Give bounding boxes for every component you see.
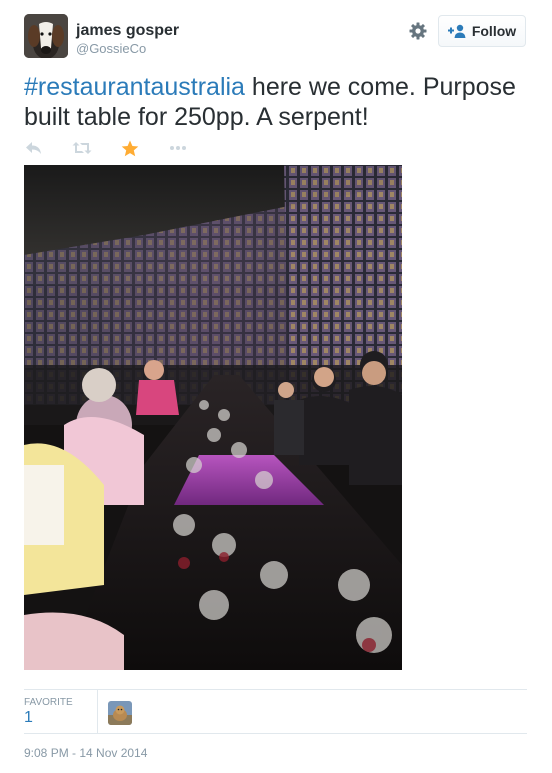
favoriter-avatar[interactable] (108, 701, 132, 725)
hashtag-link[interactable]: #restaurantaustralia (24, 73, 245, 101)
divider-bottom (24, 733, 527, 734)
user-name[interactable]: james gosper (76, 22, 179, 40)
dog-avatar-image (24, 14, 68, 58)
tweet-photo[interactable] (24, 165, 402, 670)
favoriter-avatar-image (108, 701, 132, 725)
retweet-icon[interactable] (72, 139, 92, 157)
follow-label: Follow (471, 23, 517, 39)
favorite-icon[interactable] (120, 139, 140, 157)
divider-top (24, 689, 527, 690)
favorites-count[interactable]: 1 (24, 709, 33, 727)
favorites-label: FAVORITE (24, 697, 73, 708)
gear-icon[interactable] (408, 21, 428, 41)
add-user-icon (447, 24, 466, 38)
follow-button[interactable]: Follow (438, 15, 526, 47)
tweet-text: #restaurantaustralia here we come. Purpo… (24, 72, 524, 132)
tweet-timestamp[interactable]: 9:08 PM - 14 Nov 2014 (24, 746, 147, 760)
more-icon[interactable] (168, 139, 188, 157)
restaurant-table-photo (24, 165, 402, 670)
user-handle[interactable]: @GossieCo (76, 41, 146, 56)
tweet-actions (24, 139, 188, 157)
reply-icon[interactable] (24, 139, 44, 157)
avatar[interactable] (24, 14, 68, 58)
stats-separator (97, 690, 98, 733)
